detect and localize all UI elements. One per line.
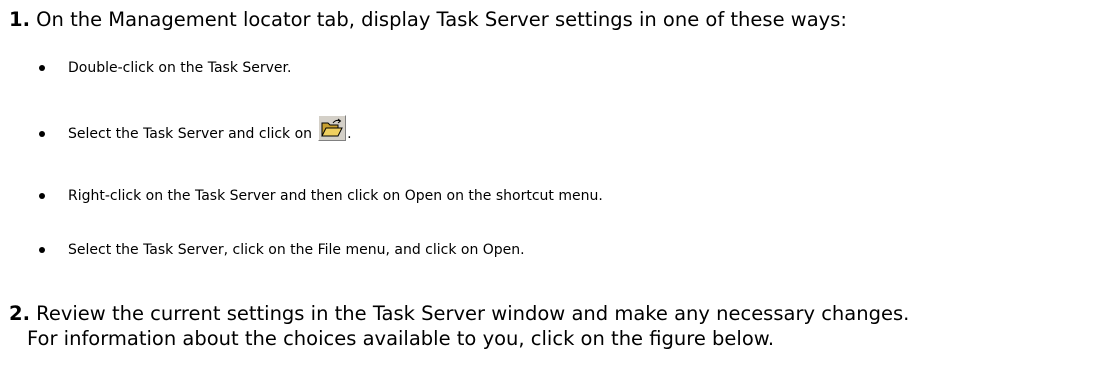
step-2-number: 2.: [9, 302, 30, 325]
step-1-number: 1.: [9, 8, 30, 31]
bullet-text: Right-click on the Task Server and then …: [68, 188, 603, 204]
bullet-dot-icon: [39, 193, 45, 199]
bullet-text-before-icon: Select the Task Server and click on: [68, 126, 313, 142]
open-folder-icon[interactable]: [318, 115, 347, 141]
bullet-text-after-icon: .: [347, 126, 352, 142]
step-1: 1. On the Management locator tab, displa…: [9, 7, 847, 33]
bullet-dot-icon: [39, 65, 45, 71]
bullet-item-open-button: Select the Task Server and click on .: [39, 115, 352, 149]
bullet-text: Double-click on the Task Server.: [68, 60, 292, 76]
step-2-text: Review the current settings in the Task …: [29, 302, 910, 325]
bullet-item-right-click: Right-click on the Task Server and then …: [39, 181, 603, 211]
step-2-continuation: For information about the choices availa…: [27, 327, 775, 350]
bullet-dot-icon: [39, 247, 45, 253]
bullet-text: Select the Task Server, click on the Fil…: [68, 242, 525, 258]
bullet-item-double-click: Double-click on the Task Server.: [39, 53, 291, 83]
bullet-dot-icon: [39, 131, 45, 137]
step-1-text: On the Management locator tab, display T…: [29, 8, 847, 31]
bullet-item-file-menu: Select the Task Server, click on the Fil…: [39, 235, 525, 265]
bullet-text: Select the Task Server and click on .: [68, 115, 352, 147]
step-2: 2. Review the current settings in the Ta…: [9, 301, 909, 327]
